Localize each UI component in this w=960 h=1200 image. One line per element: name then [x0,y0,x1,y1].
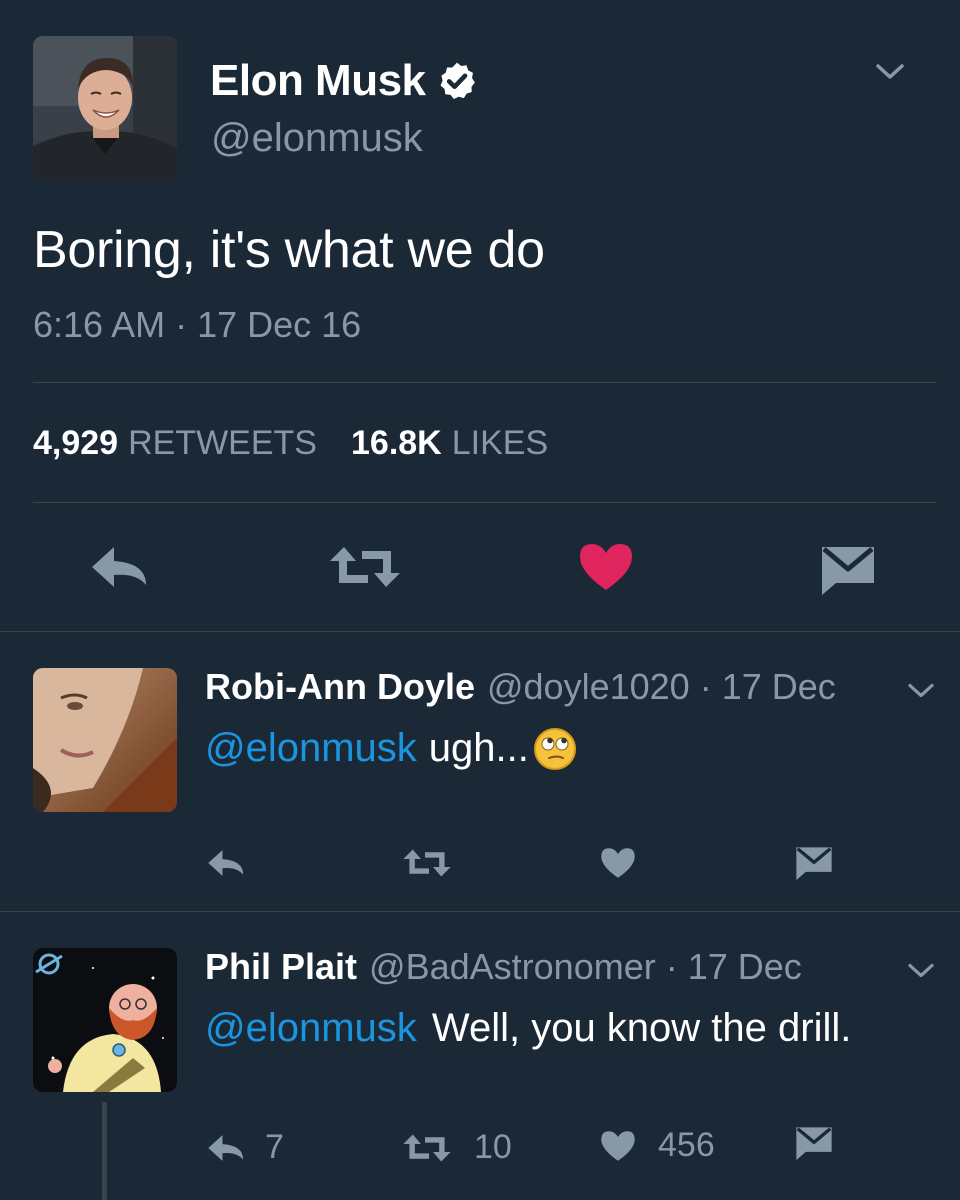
rolling-eyes-emoji-icon [533,727,577,771]
reply-date-separator: · [665,946,678,987]
divider [33,382,936,383]
author-name[interactable]: Elon Musk [210,56,426,106]
mention-link[interactable]: @elonmusk [205,726,417,771]
author-name-row: Elon Musk [210,56,478,106]
retweet-icon[interactable] [328,545,402,589]
reply-text: @elonmusk ugh... [205,726,577,771]
direct-message-icon[interactable] [795,1126,833,1160]
divider [33,502,936,503]
divider [0,631,960,632]
tweet-text: Boring, it's what we do [33,221,545,279]
direct-message-icon[interactable] [820,545,876,595]
divider [0,911,960,912]
retweet-icon[interactable] [402,848,452,878]
author-handle[interactable]: @elonmusk [211,116,423,161]
reply-action[interactable]: 7 [207,1128,284,1167]
verified-badge-icon [436,60,478,102]
reply-avatar[interactable] [33,668,177,812]
like-heart-icon[interactable] [600,1129,636,1163]
direct-message-icon[interactable] [795,846,833,880]
tweet-options-chevron-down-icon[interactable] [874,60,906,84]
retweet-count: 10 [474,1128,512,1166]
tweet-stats: 4,929 RETWEETS 16.8K LIKES [33,424,548,463]
reply-avatar[interactable] [33,948,177,1092]
retweets-count[interactable]: 4,929 [33,424,118,463]
like-heart-icon[interactable] [578,542,634,592]
reply-header: Robi-Ann Doyle @doyle1020 · 17 Dec [205,666,836,708]
reply-date-separator: · [699,666,712,707]
mention-link[interactable]: @elonmusk [205,1006,417,1050]
author-avatar[interactable] [33,36,177,180]
thread-connector-line [102,1102,107,1200]
reply-date[interactable]: 17 Dec [688,946,802,988]
reply-count: 7 [265,1128,284,1166]
reply-date[interactable]: 17 Dec [722,666,836,708]
likes-label[interactable]: LIKES [452,424,548,463]
reply-author-handle[interactable]: @BadAstronomer [369,946,656,988]
reply-text: @elonmusk Well, you know the drill. [205,1006,851,1051]
retweets-label[interactable]: RETWEETS [128,424,317,463]
tweet-timestamp[interactable]: 6:16 AM · 17 Dec 16 [33,304,361,346]
reply-icon[interactable] [207,1133,247,1163]
reply-options-chevron-down-icon[interactable] [906,960,936,982]
like-count: 456 [658,1126,715,1164]
reply-header: Phil Plait @BadAstronomer · 17 Dec [205,946,802,988]
likes-count[interactable]: 16.8K [351,424,442,463]
reply-author-name[interactable]: Phil Plait [205,946,357,988]
reply-icon[interactable] [90,545,152,589]
reply-body: ugh... [428,726,529,770]
retweet-icon[interactable] [402,1133,452,1163]
reply-icon[interactable] [207,848,247,878]
reply-options-chevron-down-icon[interactable] [906,680,936,702]
reply-author-handle[interactable]: @doyle1020 [487,666,690,708]
reply-author-name[interactable]: Robi-Ann Doyle [205,666,475,708]
retweet-action[interactable]: 10 [402,1128,512,1167]
reply-body: Well, you know the drill. [431,1006,852,1050]
like-heart-icon[interactable] [600,846,636,880]
like-action[interactable]: 456 [600,1126,715,1165]
